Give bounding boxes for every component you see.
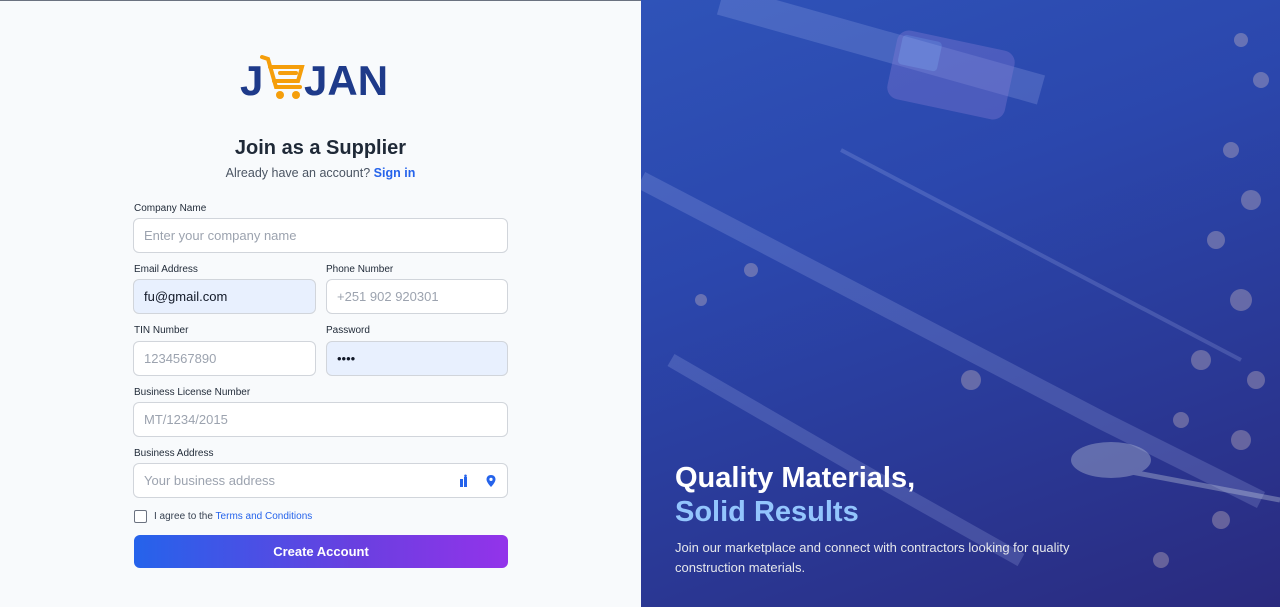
signup-panel: J JAN Join as a Supplier Already have an… [0,0,641,607]
phone-label: Phone Number [326,264,394,275]
phone-input[interactable] [326,279,508,314]
signin-prompt: Already have an account? Sign in [0,166,641,180]
svg-text:J: J [240,57,263,104]
license-label: Business License Number [134,387,251,398]
password-input[interactable] [326,341,508,376]
password-label: Password [326,325,370,336]
address-label: Business Address [134,448,214,459]
email-label: Email Address [134,264,198,275]
create-account-button[interactable]: Create Account [134,535,508,568]
license-input[interactable] [133,402,508,437]
company-name-input[interactable] [133,218,508,253]
agree-prefix: I agree to the [154,511,213,522]
signin-link[interactable]: Sign in [374,166,416,180]
password-manager-icon[interactable] [457,474,471,488]
tin-input[interactable] [133,341,316,376]
svg-text:JAN: JAN [304,57,388,104]
terms-agreement: I agree to the Terms and Conditions [154,511,312,522]
address-input[interactable] [133,463,508,498]
location-pin-icon[interactable] [484,474,498,488]
company-name-label: Company Name [134,203,207,214]
hero-title-line1: Quality Materials, [675,462,916,494]
tin-label: TIN Number [134,325,189,336]
terms-checkbox[interactable] [134,510,147,523]
hero-title-line2: Solid Results [675,496,859,528]
jejan-logo: J JAN [240,53,410,105]
email-input[interactable] [133,279,316,314]
signin-prompt-text: Already have an account? [225,166,371,180]
page-title: Join as a Supplier [234,137,407,159]
hero-description: Join our marketplace and connect with co… [675,540,1070,575]
terms-link[interactable]: Terms and Conditions [216,511,313,522]
